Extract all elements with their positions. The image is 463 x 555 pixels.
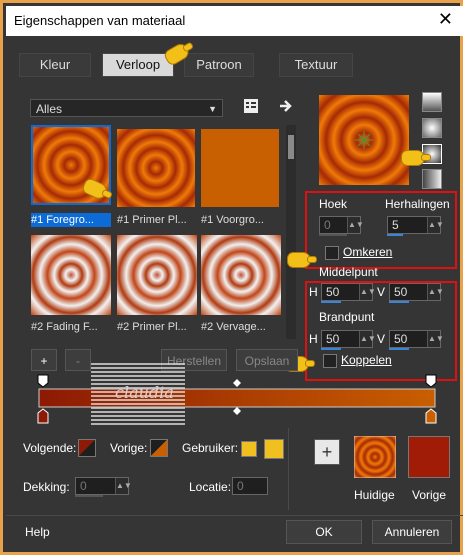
thumb-caption: #2 Fading F...: [31, 321, 98, 333]
watermark-text: claudia: [115, 383, 174, 402]
focal-h-slider[interactable]: [321, 348, 341, 350]
location-field[interactable]: 0: [232, 477, 268, 495]
center-h-value: 50: [326, 285, 340, 299]
gradient-thumb[interactable]: [201, 235, 281, 315]
repeats-label: Herhalingen: [385, 197, 450, 211]
material-properties-dialog: Eigenschappen van materiaal ✕ Kleur Verl…: [0, 0, 463, 555]
tab-kleur[interactable]: Kleur: [19, 53, 91, 77]
chevron-down-icon: ▼: [208, 104, 217, 114]
h-label: H: [309, 332, 318, 346]
pointing-hand-icon: [401, 150, 431, 166]
focal-v-field[interactable]: 50 ▲▼: [389, 330, 444, 348]
previous-material-swatch[interactable]: [408, 436, 450, 478]
center-v-value: 50: [394, 285, 408, 299]
spin-arrows-icon[interactable]: ▲▼: [427, 331, 444, 347]
invert-checkbox[interactable]: [325, 246, 339, 260]
gradient-preview: [319, 95, 409, 185]
sunburst-style-icon[interactable]: [422, 169, 442, 189]
pointing-hand-icon: [287, 252, 317, 268]
location-value: 0: [237, 479, 244, 493]
footer-divider: [6, 515, 463, 516]
spin-arrows-icon[interactable]: ▲▼: [115, 478, 132, 494]
library-scrollbar[interactable]: [286, 125, 296, 339]
angle-slider[interactable]: [319, 234, 347, 236]
thumb-caption: #2 Primer Pl...: [117, 321, 187, 333]
user-color-large-swatch[interactable]: [264, 439, 284, 459]
library-menu-icon[interactable]: [243, 98, 259, 114]
gradient-category-select[interactable]: Alles ▼: [30, 99, 223, 117]
gradient-thumb[interactable]: [31, 235, 111, 315]
center-v-slider[interactable]: [389, 301, 409, 303]
focal-label: Brandpunt: [319, 310, 375, 324]
save-gradient-button[interactable]: Opslaan: [236, 349, 298, 371]
v-label: V: [377, 285, 386, 299]
divider: [288, 428, 289, 510]
next-color-swatch[interactable]: [78, 439, 96, 457]
next-label: Volgende:: [23, 441, 77, 455]
spin-arrows-icon[interactable]: ▲▼: [427, 217, 444, 233]
h-label: H: [309, 285, 318, 299]
ok-button[interactable]: OK: [286, 520, 362, 544]
focal-v-slider[interactable]: [389, 348, 409, 350]
v-label: V: [377, 332, 386, 346]
focal-v-value: 50: [394, 332, 408, 346]
add-stop-button[interactable]: +: [31, 349, 57, 371]
thumb-caption: #1 Primer Pl...: [117, 214, 187, 226]
current-material-swatch[interactable]: [354, 436, 396, 478]
tab-patroon[interactable]: Patroon: [184, 53, 254, 77]
help-link[interactable]: Help: [25, 525, 50, 539]
gradient-thumb[interactable]: [117, 235, 197, 315]
close-icon[interactable]: ✕: [438, 9, 453, 30]
location-label: Locatie:: [189, 480, 232, 494]
link-label: Koppelen: [341, 353, 392, 367]
angle-label: Hoek: [319, 197, 348, 211]
spin-arrows-icon[interactable]: ▲▼: [347, 217, 364, 233]
category-value: Alles: [36, 102, 63, 116]
add-to-swatches-button[interactable]: +: [314, 439, 340, 465]
angle-value: 0: [324, 218, 331, 232]
opacity-field[interactable]: 0 ▲▼: [75, 477, 132, 495]
watermark-logo: claudia: [91, 363, 185, 425]
spin-arrows-icon[interactable]: ▲▼: [427, 284, 444, 300]
tab-verloop[interactable]: Verloop: [102, 53, 174, 77]
remove-stop-button[interactable]: -: [65, 349, 91, 371]
user-label: Gebruiker:: [182, 441, 239, 455]
spin-arrows-icon[interactable]: ▲▼: [359, 331, 376, 347]
rectangular-style-icon[interactable]: [422, 118, 442, 138]
thumb-caption: #1 Foregro...: [31, 213, 111, 227]
link-checkbox[interactable]: [323, 354, 337, 368]
focal-h-value: 50: [326, 332, 340, 346]
scrollbar-thumb[interactable]: [288, 135, 294, 159]
center-h-slider[interactable]: [321, 301, 341, 303]
gradient-thumb[interactable]: [117, 129, 197, 209]
thumb-caption: #2 Vervage...: [201, 321, 266, 333]
center-label: Middelpunt: [319, 265, 378, 279]
invert-label: Omkeren: [343, 245, 393, 259]
repeats-field[interactable]: 5 ▲▼: [387, 216, 444, 234]
center-v-field[interactable]: 50 ▲▼: [389, 283, 444, 301]
gradient-thumb[interactable]: [201, 129, 279, 207]
opacity-value: 0: [80, 479, 87, 493]
opacity-slider[interactable]: [75, 495, 103, 497]
center-h-field[interactable]: 50 ▲▼: [321, 283, 376, 301]
repeats-value: 5: [392, 218, 399, 232]
prev-color-swatch[interactable]: [150, 439, 168, 457]
title-bar: Eigenschappen van materiaal ✕: [6, 6, 463, 36]
repeats-slider[interactable]: [387, 234, 403, 236]
opacity-label: Dekking:: [23, 480, 70, 494]
user-color-swatch[interactable]: [241, 441, 257, 457]
focal-h-field[interactable]: 50 ▲▼: [321, 330, 376, 348]
arrow-right-icon[interactable]: [278, 98, 294, 114]
window-title: Eigenschappen van materiaal: [14, 13, 186, 28]
linear-style-icon[interactable]: [422, 92, 442, 112]
cancel-button[interactable]: Annuleren: [372, 520, 452, 544]
previous-label: Vorige: [412, 488, 447, 502]
thumb-caption: #1 Voorgro...: [201, 214, 264, 226]
spin-arrows-icon[interactable]: ▲▼: [359, 284, 376, 300]
tab-textuur[interactable]: Textuur: [279, 53, 353, 77]
prev-label: Vorige:: [110, 441, 148, 455]
current-label: Huidige: [354, 488, 395, 502]
angle-field[interactable]: 0 ▲▼: [319, 216, 364, 234]
